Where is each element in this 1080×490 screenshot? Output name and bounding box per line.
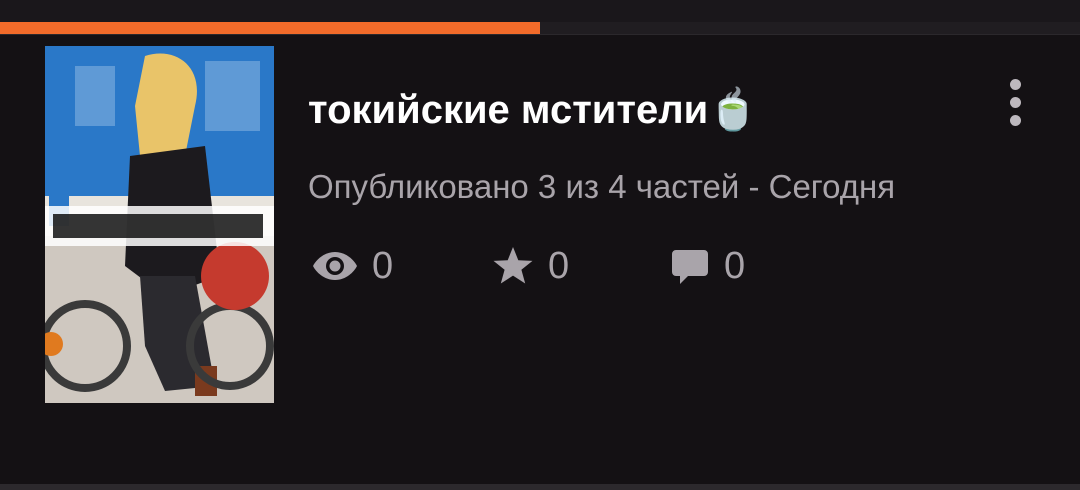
stars-count: 0	[548, 244, 570, 287]
views-stat: 0	[312, 243, 393, 289]
comments-stat: 0	[670, 243, 745, 289]
star-icon	[493, 247, 533, 284]
menu-dot	[1009, 96, 1021, 108]
comments-count: 0	[724, 244, 746, 287]
comment-icon	[672, 250, 708, 284]
views-count: 0	[372, 244, 394, 287]
manga-cover-art	[45, 46, 274, 403]
story-title[interactable]: токийские мстители🍵	[308, 86, 758, 133]
menu-dot	[1009, 114, 1021, 126]
publication-status: Опубликовано 3 из 4 частей - Сегодня	[308, 168, 896, 205]
stars-stat: 0	[492, 243, 569, 289]
story-cover-image[interactable]	[45, 46, 274, 403]
reading-progress-fill	[0, 22, 540, 34]
list-divider	[0, 484, 1080, 490]
more-vertical-icon[interactable]	[995, 74, 1035, 130]
reading-progress-bar	[0, 22, 1080, 34]
eye-icon	[313, 252, 357, 280]
menu-dot	[1009, 78, 1021, 90]
